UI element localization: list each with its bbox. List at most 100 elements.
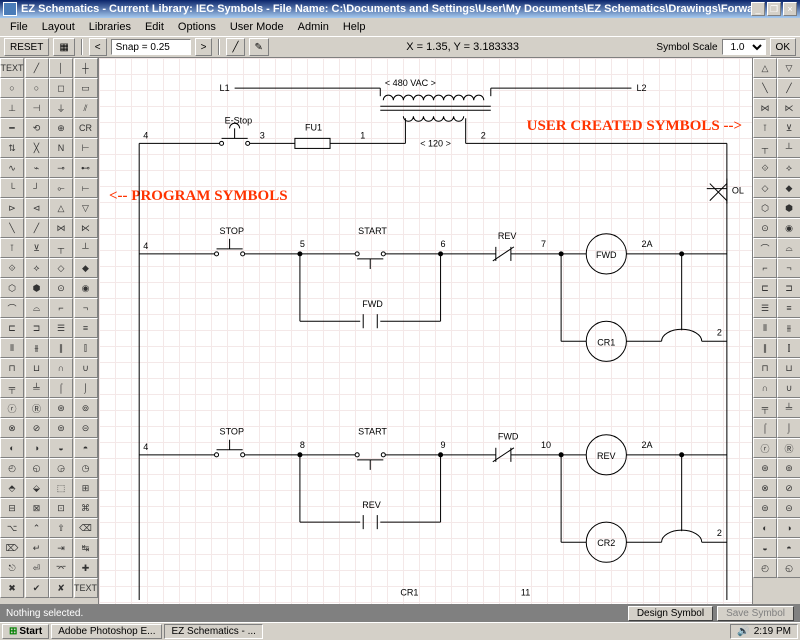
- palette-symbol-50[interactable]: ⌐: [49, 298, 73, 318]
- user-symbol-20[interactable]: ⌐: [753, 258, 777, 278]
- palette-symbol-45[interactable]: ⬢: [25, 278, 49, 298]
- user-symbol-49[interactable]: ◓: [777, 538, 800, 558]
- user-symbol-28[interactable]: ∥: [753, 338, 777, 358]
- grid-toggle-button[interactable]: ▦: [53, 38, 74, 56]
- palette-symbol-39[interactable]: ┴: [74, 238, 98, 258]
- user-symbol-34[interactable]: ╤: [753, 398, 777, 418]
- user-symbol-0[interactable]: △: [753, 58, 777, 78]
- user-symbol-48[interactable]: ◒: [753, 538, 777, 558]
- palette-symbol-78[interactable]: ◒: [49, 438, 73, 458]
- palette-symbol-28[interactable]: ⊳: [0, 198, 24, 218]
- user-symbol-16[interactable]: ⊙: [753, 218, 777, 238]
- palette-symbol-23[interactable]: ⊷: [74, 158, 98, 178]
- palette-symbol-0[interactable]: TEXT: [0, 58, 24, 78]
- palette-symbol-82[interactable]: ◶: [49, 458, 73, 478]
- palette-symbol-24[interactable]: └: [0, 178, 24, 198]
- user-symbol-18[interactable]: ⌒: [753, 238, 777, 258]
- palette-symbol-13[interactable]: ⟲: [25, 118, 49, 138]
- user-symbol-41[interactable]: ⊚: [777, 458, 800, 478]
- task-ezschematics[interactable]: EZ Schematics - ...: [164, 624, 262, 639]
- palette-symbol-37[interactable]: ⊻: [25, 238, 49, 258]
- palette-symbol-55[interactable]: ≡: [74, 318, 98, 338]
- user-symbol-47[interactable]: ◑: [777, 518, 800, 538]
- user-symbol-29[interactable]: ⫿: [777, 338, 800, 358]
- user-symbol-43[interactable]: ⊘: [777, 478, 800, 498]
- palette-symbol-22[interactable]: ⊸: [49, 158, 73, 178]
- user-symbol-10[interactable]: ⟐: [753, 158, 777, 178]
- palette-symbol-20[interactable]: ∿: [0, 158, 24, 178]
- palette-symbol-56[interactable]: ⫴: [0, 338, 24, 358]
- user-symbol-32[interactable]: ∩: [753, 378, 777, 398]
- snap-field[interactable]: Snap = 0.25: [111, 39, 191, 55]
- palette-symbol-93[interactable]: ⌃: [25, 518, 49, 538]
- palette-symbol-71[interactable]: ⊚: [74, 398, 98, 418]
- user-symbol-1[interactable]: ▽: [777, 58, 800, 78]
- nav-right-button[interactable]: >: [195, 38, 213, 56]
- palette-symbol-74[interactable]: ⊜: [49, 418, 73, 438]
- user-symbol-39[interactable]: Ⓡ: [777, 438, 800, 458]
- user-symbol-21[interactable]: ¬: [777, 258, 800, 278]
- palette-symbol-88[interactable]: ⊟: [0, 498, 24, 518]
- palette-symbol-59[interactable]: ⫿: [74, 338, 98, 358]
- palette-symbol-49[interactable]: ⌓: [25, 298, 49, 318]
- ok-button[interactable]: OK: [770, 38, 796, 56]
- palette-symbol-65[interactable]: ╧: [25, 378, 49, 398]
- scale-select[interactable]: 1.00: [722, 39, 766, 55]
- palette-symbol-101[interactable]: ⏎: [25, 558, 49, 578]
- menu-help[interactable]: Help: [337, 20, 372, 34]
- user-symbol-19[interactable]: ⌓: [777, 238, 800, 258]
- palette-symbol-89[interactable]: ⊠: [25, 498, 49, 518]
- palette-symbol-4[interactable]: ○: [0, 78, 24, 98]
- menu-edit[interactable]: Edit: [139, 20, 170, 34]
- palette-symbol-2[interactable]: │: [49, 58, 73, 78]
- palette-symbol-90[interactable]: ⊡: [49, 498, 73, 518]
- user-symbol-12[interactable]: ◇: [753, 178, 777, 198]
- user-symbol-9[interactable]: ┴: [777, 138, 800, 158]
- palette-symbol-5[interactable]: ○: [25, 78, 49, 98]
- palette-symbol-33[interactable]: ╱: [25, 218, 49, 238]
- palette-symbol-94[interactable]: ⇧: [49, 518, 73, 538]
- palette-symbol-63[interactable]: ∪: [74, 358, 98, 378]
- palette-symbol-83[interactable]: ◷: [74, 458, 98, 478]
- palette-symbol-98[interactable]: ⇥: [49, 538, 73, 558]
- palette-symbol-96[interactable]: ⌦: [0, 538, 24, 558]
- user-symbol-8[interactable]: ┬: [753, 138, 777, 158]
- palette-symbol-41[interactable]: ⟡: [25, 258, 49, 278]
- palette-symbol-11[interactable]: ⫽: [74, 98, 98, 118]
- palette-symbol-64[interactable]: ╤: [0, 378, 24, 398]
- user-symbol-50[interactable]: ◴: [753, 558, 777, 578]
- palette-symbol-53[interactable]: ⊐: [25, 318, 49, 338]
- palette-symbol-18[interactable]: N: [49, 138, 73, 158]
- palette-symbol-86[interactable]: ⬚: [49, 478, 73, 498]
- palette-symbol-14[interactable]: ⊕: [49, 118, 73, 138]
- palette-symbol-62[interactable]: ∩: [49, 358, 73, 378]
- user-symbol-15[interactable]: ⬢: [777, 198, 800, 218]
- user-symbol-38[interactable]: ⓡ: [753, 438, 777, 458]
- user-symbol-37[interactable]: ⌡: [777, 418, 800, 438]
- menu-file[interactable]: File: [4, 20, 34, 34]
- line-tool-button[interactable]: ╱: [226, 38, 244, 56]
- nav-left-button[interactable]: <: [89, 38, 107, 56]
- palette-symbol-80[interactable]: ◴: [0, 458, 24, 478]
- palette-symbol-19[interactable]: ⊢: [74, 138, 98, 158]
- palette-symbol-85[interactable]: ⬙: [25, 478, 49, 498]
- palette-symbol-105[interactable]: ✔: [25, 578, 49, 598]
- palette-symbol-72[interactable]: ⊗: [0, 418, 24, 438]
- user-symbol-27[interactable]: ⫵: [777, 318, 800, 338]
- palette-symbol-70[interactable]: ⊛: [49, 398, 73, 418]
- palette-symbol-60[interactable]: ⊓: [0, 358, 24, 378]
- palette-symbol-29[interactable]: ⊲: [25, 198, 49, 218]
- palette-symbol-48[interactable]: ⌒: [0, 298, 24, 318]
- palette-symbol-77[interactable]: ◑: [25, 438, 49, 458]
- user-symbol-44[interactable]: ⊜: [753, 498, 777, 518]
- user-symbol-22[interactable]: ⊏: [753, 278, 777, 298]
- start-button[interactable]: ⊞Start: [2, 624, 49, 639]
- user-symbol-7[interactable]: ⊻: [777, 118, 800, 138]
- palette-symbol-73[interactable]: ⊘: [25, 418, 49, 438]
- palette-symbol-43[interactable]: ◆: [74, 258, 98, 278]
- palette-symbol-54[interactable]: ☰: [49, 318, 73, 338]
- palette-symbol-103[interactable]: ✚: [74, 558, 98, 578]
- user-symbol-45[interactable]: ⊝: [777, 498, 800, 518]
- user-symbol-11[interactable]: ⟡: [777, 158, 800, 178]
- palette-symbol-9[interactable]: ⊣: [25, 98, 49, 118]
